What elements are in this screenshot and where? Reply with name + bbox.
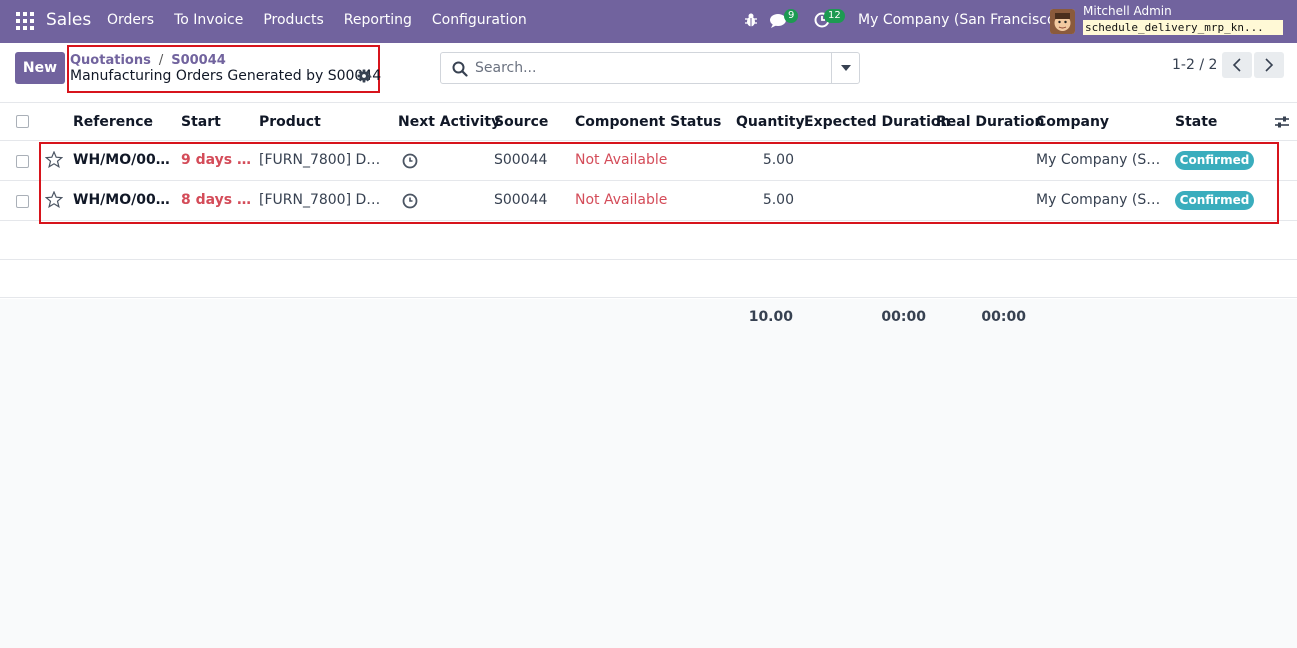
user-avatar[interactable] xyxy=(1050,9,1075,34)
column-company[interactable]: Company xyxy=(1036,114,1109,130)
database-name: schedule_delivery_mrp_kn... xyxy=(1083,20,1283,35)
select-all-checkbox[interactable] xyxy=(16,115,29,128)
optional-columns-icon[interactable] xyxy=(1274,115,1290,129)
chevron-left-icon xyxy=(1232,58,1241,72)
row-checkbox[interactable] xyxy=(16,195,29,208)
search-options-toggle[interactable] xyxy=(831,53,860,83)
empty-row xyxy=(0,260,1297,298)
menu-item-to-invoice[interactable]: To Invoice xyxy=(174,12,243,28)
menu-item-orders[interactable]: Orders xyxy=(107,12,154,28)
search-bar xyxy=(440,52,860,84)
column-source[interactable]: Source xyxy=(494,114,548,130)
column-next-activity[interactable]: Next Activity xyxy=(398,114,500,130)
total-expected-duration: 00:00 xyxy=(881,309,926,325)
main-menu: Orders To Invoice Products Reporting Con… xyxy=(107,12,547,28)
chat-counter-badge: 9 xyxy=(784,9,799,23)
column-quantity[interactable]: Quantity xyxy=(736,114,805,130)
empty-row xyxy=(0,222,1297,260)
column-expected-duration[interactable]: Expected Duration xyxy=(804,114,951,130)
chevron-right-icon xyxy=(1265,58,1274,72)
breadcrumb-quotations[interactable]: Quotations xyxy=(70,53,151,68)
avatar-face-icon xyxy=(1050,9,1075,34)
total-real-duration: 00:00 xyxy=(981,309,1026,325)
menu-item-products[interactable]: Products xyxy=(263,12,323,28)
column-real-duration[interactable]: Real Duration xyxy=(936,114,1044,130)
app-name[interactable]: Sales xyxy=(46,10,91,30)
gear-icon[interactable] xyxy=(357,69,371,83)
caret-down-icon xyxy=(841,65,851,71)
apps-menu-icon[interactable] xyxy=(16,12,34,30)
total-quantity: 10.00 xyxy=(748,309,793,325)
company-switcher[interactable]: My Company (San Francisco) xyxy=(858,12,1061,28)
rows-highlight-box xyxy=(39,142,1279,224)
breadcrumb-separator: / xyxy=(158,53,164,68)
column-component-status[interactable]: Component Status xyxy=(575,114,721,130)
pager-value[interactable]: 1-2 / 2 xyxy=(1172,57,1217,73)
search-input[interactable] xyxy=(475,54,825,82)
pager-previous-button[interactable] xyxy=(1222,52,1252,78)
table-footer-totals: 10.00 00:00 00:00 xyxy=(0,299,1297,648)
column-reference[interactable]: Reference xyxy=(73,114,153,130)
menu-item-reporting[interactable]: Reporting xyxy=(344,12,412,28)
list-view: Reference Start Product Next Activity So… xyxy=(0,103,1297,648)
pager-next-button[interactable] xyxy=(1254,52,1284,78)
table-header: Reference Start Product Next Activity So… xyxy=(0,103,1297,141)
top-navbar: Sales Orders To Invoice Products Reporti… xyxy=(0,0,1297,43)
column-product[interactable]: Product xyxy=(259,114,321,130)
column-state[interactable]: State xyxy=(1175,114,1217,130)
page-title: Manufacturing Orders Generated by S00044 xyxy=(70,68,382,84)
row-checkbox[interactable] xyxy=(16,155,29,168)
search-icon xyxy=(452,61,468,77)
breadcrumb-order[interactable]: S00044 xyxy=(171,53,226,68)
column-start[interactable]: Start xyxy=(181,114,221,130)
control-panel: New Quotations / S00044 Manufacturing Orde… xyxy=(0,43,1297,103)
new-button[interactable]: New xyxy=(15,52,65,84)
activity-counter-badge: 12 xyxy=(824,9,845,23)
breadcrumb: Quotations / S00044 xyxy=(70,53,226,68)
bug-icon[interactable] xyxy=(744,12,758,28)
menu-item-configuration[interactable]: Configuration xyxy=(432,12,527,28)
user-name[interactable]: Mitchell Admin xyxy=(1083,4,1172,18)
